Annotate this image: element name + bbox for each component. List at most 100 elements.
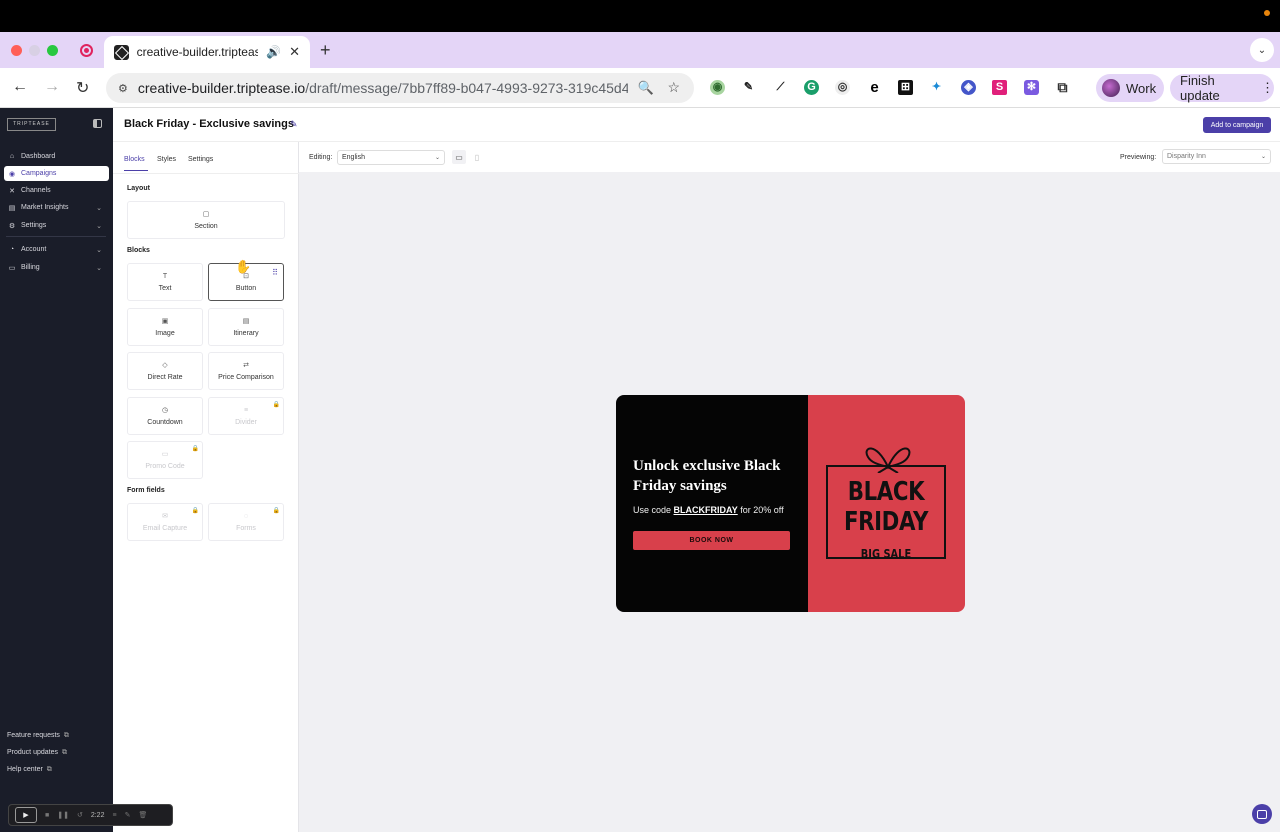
timer-icon: ◷ [161, 407, 169, 414]
calendar-icon: ▤ [242, 318, 250, 325]
panel-divider [113, 173, 299, 174]
extension-tool-icon[interactable]: ⊞ [898, 80, 913, 95]
collapse-sidebar-icon[interactable] [93, 119, 102, 128]
message-text-panel: Unlock exclusive Black Friday savings Us… [616, 395, 808, 612]
avatar [1102, 79, 1120, 97]
block-section[interactable]: ▢ Section [127, 201, 285, 239]
graphic-headline: BLACK FRIDAY [843, 477, 929, 537]
extensions-puzzle-icon[interactable]: ⧉ [1055, 80, 1070, 95]
message-body[interactable]: Use code BLACKFRIDAY for 20% off [633, 505, 784, 515]
sidebar-item-billing[interactable]: ▭ Billing ⌄ [4, 260, 109, 275]
square-icon: ▢ [202, 211, 210, 218]
block-countdown[interactable]: ◷ Countdown [127, 397, 203, 435]
forward-button[interactable]: → [44, 78, 60, 96]
window-close-button[interactable] [11, 45, 22, 56]
sidebar-item-account[interactable]: ◔ Account ⌄ [4, 242, 109, 257]
tab-settings[interactable]: Settings [188, 156, 213, 163]
stop-icon[interactable]: ■ [45, 812, 49, 819]
window-zoom-button[interactable] [47, 45, 58, 56]
product-updates-link[interactable]: Product updates ⧉ [7, 749, 67, 757]
block-itinerary[interactable]: ▤ Itinerary [208, 308, 284, 346]
block-promo-code[interactable]: 🔒 ▭ Promo Code [127, 441, 203, 479]
extension-slack-icon[interactable]: ✦ [929, 80, 944, 95]
extension-pen-icon[interactable]: ✎ [741, 80, 756, 95]
preview-property-select[interactable]: Disparity Inn ⌄ [1162, 149, 1271, 164]
url-text[interactable]: creative-builder.triptease.io/draft/mess… [138, 80, 628, 96]
window-minimize-button[interactable] [29, 45, 40, 56]
language-select[interactable]: English ⌄ [337, 150, 445, 165]
blocks-group-label: Blocks [127, 247, 150, 254]
chevron-down-icon: ⌄ [1260, 154, 1266, 160]
gear-icon: ⚙ [8, 222, 16, 230]
extension-s-icon[interactable]: S [992, 80, 1007, 95]
graphic-subtitle: BIG SALE [860, 547, 912, 561]
message-preview[interactable]: Unlock exclusive Black Friday savings Us… [616, 395, 965, 612]
add-to-campaign-button[interactable]: Add to campaign [1203, 117, 1271, 133]
sidebar-item-label: Dashboard [21, 153, 56, 160]
sidebar-item-market-insights[interactable]: ▤ Market Insights ⌄ [4, 200, 109, 215]
extension-android-icon[interactable]: ◉ [710, 80, 725, 95]
mobile-view-icon[interactable]: ▯ [470, 150, 484, 164]
block-forms[interactable]: 🔒 ◌ Forms [208, 503, 284, 541]
trash-icon[interactable]: 🗑 [138, 811, 147, 819]
recording-time: 2:22 [90, 811, 105, 819]
extension-globe-icon[interactable]: ◈ [961, 80, 976, 95]
sidebar-item-channels[interactable]: ✕ Channels [4, 183, 109, 198]
help-center-link[interactable]: Help center ⧉ [7, 766, 52, 774]
book-now-button[interactable]: BOOK NOW [633, 531, 790, 550]
sidebar-item-campaigns[interactable]: ◉ Campaigns [4, 166, 109, 181]
pause-icon[interactable]: ❚❚ [57, 811, 69, 819]
block-price-comparison[interactable]: ⇄ Price Comparison [208, 352, 284, 390]
triptease-logo[interactable]: TRIPTEASE [7, 118, 56, 131]
tag-icon: ◇ [162, 362, 168, 369]
tab-styles[interactable]: Styles [157, 156, 176, 163]
chat-support-button[interactable] [1252, 804, 1272, 824]
extension-e-icon[interactable]: e [867, 80, 882, 95]
sidebar-item-settings[interactable]: ⚙ Settings ⌄ [4, 218, 109, 233]
draw-icon[interactable]: ✎ [125, 811, 131, 819]
speaker-icon[interactable]: 🔊 [266, 45, 281, 59]
user-icon: ◔ [9, 246, 15, 253]
block-image[interactable]: ▣ Image [127, 308, 203, 346]
tab-blocks[interactable]: Blocks [124, 156, 145, 163]
extension-settings-icon[interactable]: ✻ [1024, 80, 1039, 95]
lock-icon: 🔒 [191, 446, 199, 452]
block-text[interactable]: T Text [127, 263, 203, 301]
chevron-down-icon: ⌄ [96, 246, 102, 254]
sidebar-divider [6, 236, 106, 237]
sidebar-item-dashboard[interactable]: ⌂ Dashboard [4, 149, 109, 164]
drag-handle-icon[interactable]: ⠿ [272, 268, 278, 277]
restart-icon[interactable]: ↺ [77, 811, 83, 819]
finish-update-button[interactable]: Finish update ⋮ [1170, 73, 1274, 103]
reload-button[interactable]: ↻ [76, 78, 89, 98]
back-button[interactable]: ← [12, 78, 28, 96]
close-tab-icon[interactable]: ✕ [289, 44, 300, 60]
kebab-menu-icon[interactable]: ⋮ [1261, 80, 1274, 96]
camera-icon[interactable]: ▶ [15, 807, 37, 823]
extension-grammarly-icon[interactable]: G [804, 80, 819, 95]
block-divider[interactable]: 🔒 ≡ Divider [208, 397, 284, 435]
chevron-down-icon: ⌄ [434, 155, 440, 161]
message-image-panel[interactable]: BLACK FRIDAY BIG SALE [808, 395, 965, 612]
lock-icon: 🔒 [272, 402, 280, 408]
edit-title-icon[interactable]: ✎ [290, 119, 298, 130]
lock-icon: 🔒 [272, 508, 280, 514]
message-headline[interactable]: Unlock exclusive Black Friday savings [633, 456, 803, 496]
extension-eyedropper-icon[interactable]: ⟋ [773, 80, 788, 95]
extension-1password-icon[interactable]: ◎ [835, 80, 850, 95]
block-direct-rate[interactable]: ◇ Direct Rate [127, 352, 203, 390]
menu-icon[interactable]: ≡ [112, 812, 116, 819]
site-info-icon[interactable]: ⚙ [118, 82, 128, 95]
feature-requests-link[interactable]: Feature requests ⧉ [7, 732, 69, 740]
bookmark-star-icon[interactable]: ☆ [667, 79, 680, 96]
block-email-capture[interactable]: 🔒 ✉ Email Capture [127, 503, 203, 541]
zoom-icon[interactable]: 🔍 [638, 80, 654, 96]
new-tab-button[interactable]: + [320, 40, 331, 61]
sidebar-item-label: Settings [21, 222, 47, 229]
desktop-view-icon[interactable]: ▭ [452, 150, 466, 164]
editing-label: Editing: [309, 154, 333, 161]
tab-search-button[interactable]: ⌄ [1250, 38, 1274, 62]
profile-button[interactable]: Work [1096, 74, 1164, 102]
address-bar[interactable]: ⚙ creative-builder.triptease.io/draft/me… [106, 73, 694, 103]
browser-tab[interactable]: creative-builder.triptease.io 🔊 ✕ [104, 36, 310, 68]
